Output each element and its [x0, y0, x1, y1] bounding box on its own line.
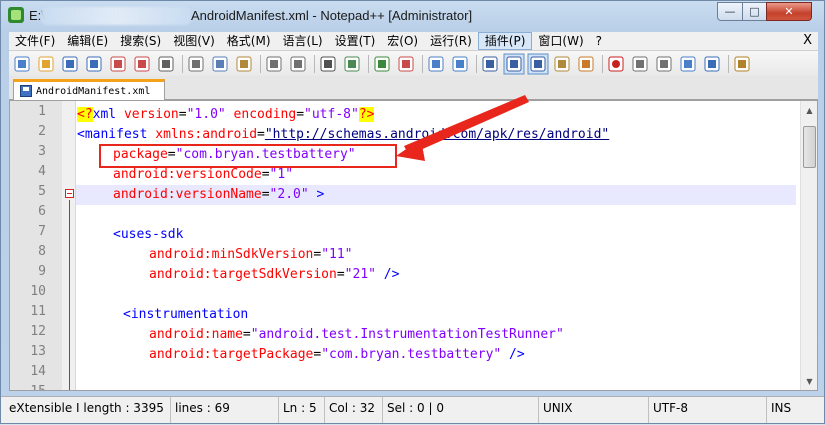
status-column: Col : 32 — [325, 397, 383, 423]
status-lines: lines : 69 — [171, 397, 279, 423]
annotation-arrow-shaft — [404, 95, 529, 155]
status-insert-mode: INS — [771, 401, 792, 415]
status-bar: eXtensible I length : 3395 lines : 69 Ln… — [1, 396, 824, 423]
status-language-length: eXtensible I length : 3395 — [5, 397, 171, 423]
annotation-arrow — [396, 95, 529, 161]
notepad-window: E:\ AndroidManifest.xml - Notepad++ [Adm… — [0, 0, 825, 424]
status-selection: Sel : 0 | 0 — [383, 397, 539, 423]
status-encoding: UTF-8 — [649, 397, 767, 423]
status-line-number: Ln : 5 — [279, 397, 325, 423]
annotation-arrow-head — [396, 139, 425, 161]
status-eol: UNIX — [539, 397, 649, 423]
